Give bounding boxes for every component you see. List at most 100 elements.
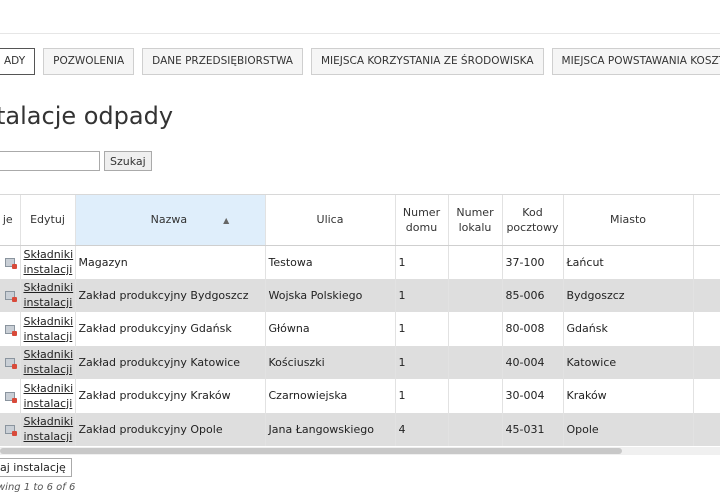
table-row: Składniki instalacji Zakład produkcyjny O… — [0, 412, 720, 446]
unit-number-cell — [448, 412, 503, 446]
edit-cell: Składniki instalacji — [20, 345, 76, 379]
city-cell: Opole — [563, 412, 694, 446]
column-header-actions-label: je — [2, 213, 13, 227]
column-header-name-label: Nazwa — [150, 212, 188, 226]
search-bar: Szukaj — [0, 151, 152, 171]
column-header-unit-number[interactable]: Numer lokalu — [448, 195, 503, 246]
house-number-cell: 4 — [395, 412, 449, 446]
table-row: Składniki instalacji Magazyn Testowa 1 37… — [0, 245, 720, 279]
top-bar — [0, 0, 720, 34]
house-number-cell: 1 — [395, 379, 449, 413]
table-row: Składniki instalacji Zakład produkcyjny K… — [0, 379, 720, 413]
postal-code-cell: 45-031 — [502, 412, 564, 446]
unit-number-cell — [448, 245, 503, 279]
component-icon[interactable] — [5, 391, 17, 403]
edit-cell: Składniki instalacji — [20, 312, 76, 346]
column-header-name[interactable]: Nazwa ▲ — [75, 195, 266, 246]
page-title: talacje odpady — [0, 102, 174, 130]
components-link-line2: instalacji — [23, 430, 73, 444]
extra-cell — [693, 312, 720, 346]
add-installation-button[interactable]: aj instalację — [0, 458, 72, 477]
name-cell: Zakład produkcyjny Opole — [75, 412, 266, 446]
components-link-line1: Składniki — [23, 348, 74, 362]
row-action-cell — [0, 312, 21, 346]
name-cell: Zakład produkcyjny Bydgoszcz — [75, 278, 266, 312]
components-link-line1: Składniki — [23, 415, 74, 429]
component-icon[interactable] — [5, 425, 17, 437]
street-cell: Jana Łangowskiego — [265, 412, 396, 446]
city-cell: Łańcut — [563, 245, 694, 279]
row-action-cell — [0, 278, 21, 312]
city-cell: Bydgoszcz — [563, 278, 694, 312]
table-info-text: wing 1 to 6 of 6 — [0, 482, 76, 493]
column-header-house-number[interactable]: Numer domu — [395, 195, 449, 246]
house-number-cell: 1 — [395, 245, 449, 279]
postal-code-cell: 40-004 — [502, 345, 564, 379]
sort-ascending-icon: ▲ — [223, 215, 230, 225]
column-header-city[interactable]: Miasto — [563, 195, 694, 246]
component-icon[interactable] — [5, 358, 17, 370]
house-number-cell: 1 — [395, 312, 449, 346]
component-icon[interactable] — [5, 291, 17, 303]
street-cell: Czarnowiejska — [265, 379, 396, 413]
column-header-actions[interactable]: je — [0, 195, 21, 246]
unit-number-cell — [448, 278, 503, 312]
postal-code-cell: 37-100 — [502, 245, 564, 279]
components-link-line2: instalacji — [23, 396, 73, 410]
name-cell: Magazyn — [75, 245, 266, 279]
name-cell: Zakład produkcyjny Kraków — [75, 379, 266, 413]
tab-bar: ADY POZWOLENIA DANE PRZEDSIĘBIORSTWA MIE… — [0, 48, 720, 75]
tab-permits[interactable]: POZWOLENIA — [43, 48, 135, 75]
search-button[interactable]: Szukaj — [104, 151, 152, 171]
components-link[interactable]: Składniki instalacji — [23, 414, 74, 444]
component-icon[interactable] — [5, 324, 17, 336]
installations-table-wrap: je Edytuj Nazwa ▲ Ulica Numer domu Numer … — [0, 194, 720, 456]
components-link-line2: instalacji — [23, 296, 73, 310]
components-link-line1: Składniki — [23, 281, 74, 295]
row-action-cell — [0, 379, 21, 413]
components-link[interactable]: Składniki instalacji — [23, 280, 74, 310]
unit-number-cell — [448, 312, 503, 346]
tab-environment-use-places[interactable]: MIEJSCA KORZYSTANIA ZE ŚRODOWISKA — [310, 48, 544, 75]
component-icon[interactable] — [5, 258, 17, 269]
street-cell: Testowa — [265, 245, 396, 279]
table-row: Składniki instalacji Zakład produkcyjny B… — [0, 278, 720, 312]
row-action-cell — [0, 345, 21, 379]
column-header-street[interactable]: Ulica — [265, 195, 396, 246]
extra-cell — [693, 412, 720, 446]
components-link[interactable]: Składniki instalacji — [24, 247, 74, 277]
street-cell: Kościuszki — [265, 345, 396, 379]
tab-company-data[interactable]: DANE PRZEDSIĘBIORSTWA — [142, 48, 303, 75]
name-cell: Zakład produkcyjny Katowice — [75, 345, 266, 379]
row-action-cell — [0, 412, 21, 446]
unit-number-cell — [448, 345, 503, 379]
table-row: Składniki instalacji Zakład produkcyjny K… — [0, 345, 720, 379]
components-link[interactable]: Składniki instalacji — [23, 347, 74, 377]
components-link[interactable]: Składniki instalacji — [23, 314, 74, 344]
city-cell: Gdańsk — [563, 312, 694, 346]
row-action-cell — [0, 245, 21, 279]
edit-cell: Składniki instalacji — [20, 412, 76, 446]
street-cell: Główna — [265, 312, 396, 346]
street-cell: Wojska Polskiego — [265, 278, 396, 312]
column-header-postal-code[interactable]: Kod pocztowy — [502, 195, 564, 246]
extra-cell — [693, 278, 720, 312]
edit-cell: Składniki instalacji — [20, 278, 76, 312]
tab-cost-centers[interactable]: MIEJSCA POWSTAWANIA KOSZTÓW — [551, 48, 720, 75]
extra-cell — [693, 345, 720, 379]
components-link-line1: Składniki — [23, 314, 74, 328]
components-link[interactable]: Składniki instalacji — [23, 381, 74, 411]
components-link-line2: instalacji — [23, 329, 73, 343]
column-header-edit[interactable]: Edytuj — [20, 195, 76, 246]
tab-installations-waste[interactable]: ADY — [0, 48, 36, 75]
postal-code-cell: 30-004 — [502, 379, 564, 413]
horizontal-scrollbar[interactable] — [0, 447, 720, 455]
name-cell: Zakład produkcyjny Gdańsk — [75, 312, 266, 346]
components-link-line2: instalacji — [23, 363, 73, 377]
table-header-row: je Edytuj Nazwa ▲ Ulica Numer domu Numer … — [0, 195, 720, 246]
search-input[interactable] — [0, 151, 100, 171]
scrollbar-thumb[interactable] — [0, 448, 622, 454]
house-number-cell: 1 — [395, 345, 449, 379]
edit-cell: Składniki instalacji — [20, 245, 76, 279]
house-number-cell: 1 — [395, 278, 449, 312]
